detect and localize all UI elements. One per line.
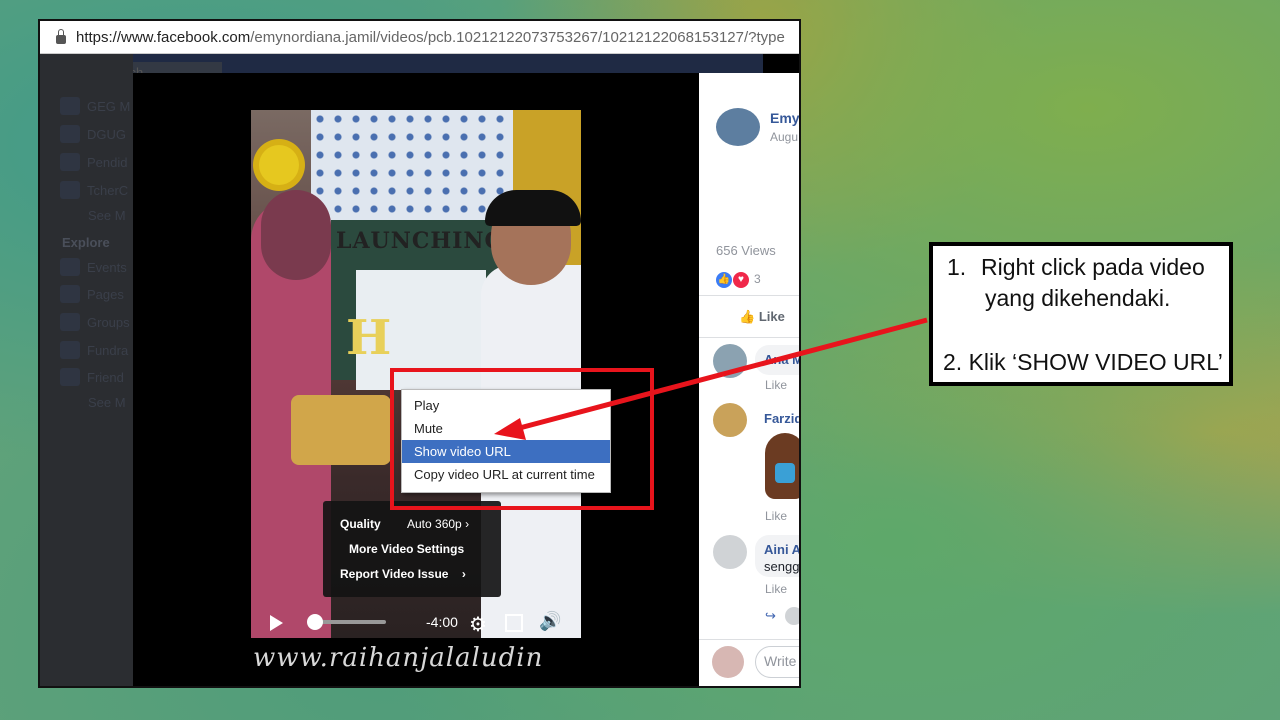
pointer-arrow bbox=[494, 317, 928, 440]
arrow-line bbox=[511, 317, 928, 433]
arrow-head bbox=[494, 418, 526, 440]
